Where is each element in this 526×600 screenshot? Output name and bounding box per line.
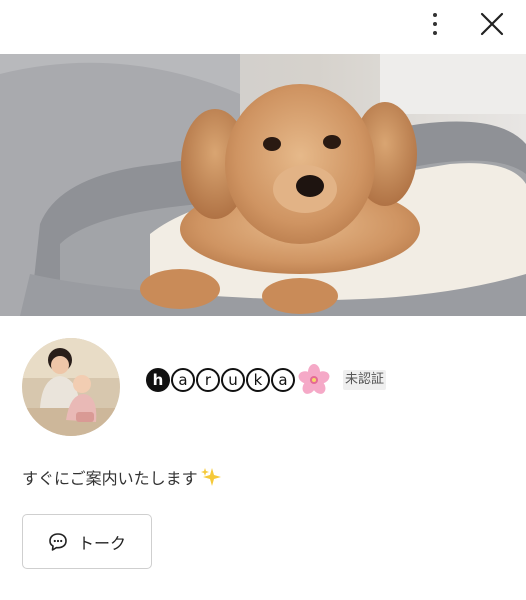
bio-text: すぐにご案内いたします [22,469,198,488]
sparkles-icon [200,468,221,486]
top-bar [0,0,526,54]
name-letter: a [171,368,195,392]
name-letter: a [271,368,295,392]
profile-name-text: haruka [146,368,295,392]
close-button[interactable] [476,8,508,40]
cover-image [0,54,526,316]
avatar[interactable] [22,338,120,436]
talk-button-label: トーク [77,533,126,553]
cherry-blossom-icon [298,364,330,394]
profile-name: haruka 未認証 [146,360,387,400]
name-letter: r [196,368,220,392]
profile-header: haruka 未認証 [0,338,526,438]
more-vertical-icon [433,13,437,17]
more-options-button[interactable] [420,8,450,40]
name-letter: k [246,368,270,392]
close-icon [480,12,504,36]
verification-badge: 未認証 [343,370,387,390]
name-letter: h [146,368,170,392]
talk-button[interactable]: トーク [22,514,152,569]
name-letter: u [221,368,245,392]
chat-bubble-icon [49,532,67,551]
bio: すぐにご案内いたします [22,464,222,490]
